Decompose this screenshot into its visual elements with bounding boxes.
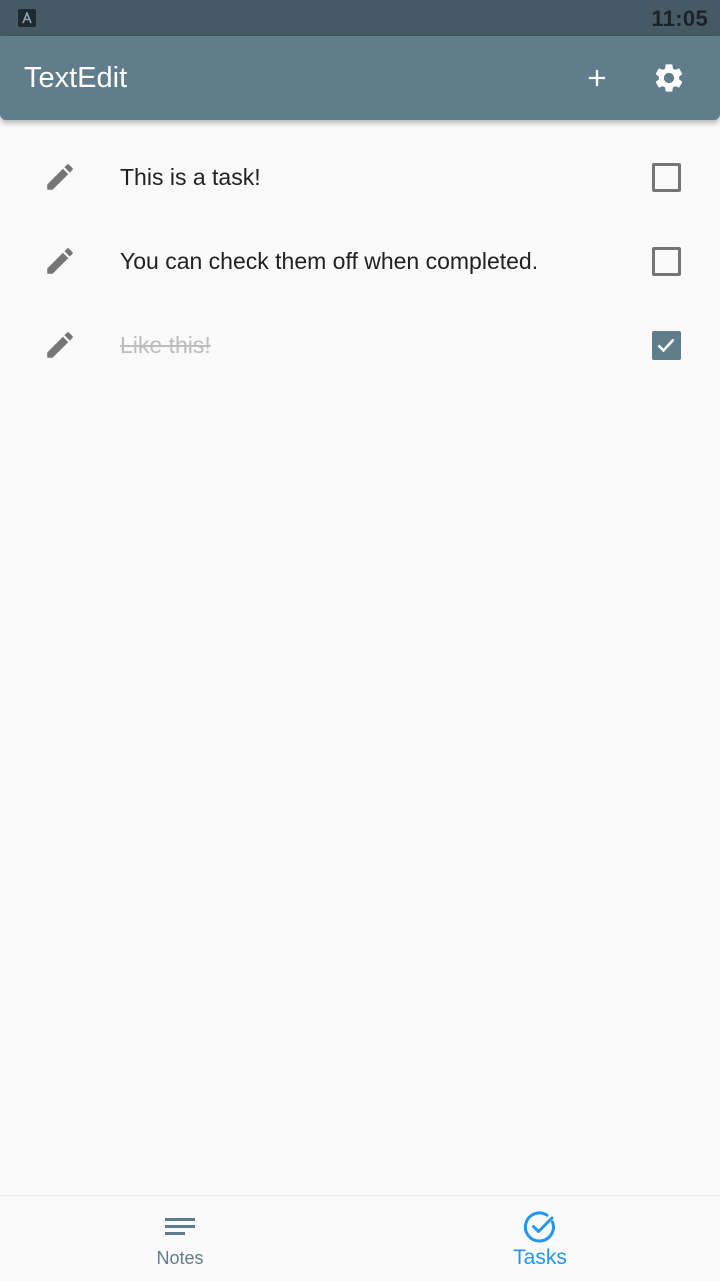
tab-tasks[interactable]: Tasks: [360, 1196, 720, 1281]
pencil-icon: [47, 164, 73, 190]
gear-icon: [655, 64, 683, 92]
bottom-navigation: Notes Tasks: [0, 1195, 720, 1281]
tab-tasks-label: Tasks: [513, 1246, 567, 1269]
task-row: You can check them off when completed.: [0, 219, 720, 303]
checkmark-icon: [657, 338, 675, 353]
a-letter-icon: [18, 9, 36, 27]
status-bar: 11:05: [0, 0, 720, 36]
tab-notes[interactable]: Notes: [0, 1196, 360, 1281]
checkbox-checked: [651, 330, 681, 360]
checkbox-unchecked: [651, 246, 681, 276]
task-text-completed[interactable]: Like this!: [120, 330, 211, 360]
check-circle-icon: [520, 1210, 560, 1244]
app-bar: TextEdit: [0, 36, 720, 120]
pencil-icon: [47, 332, 73, 358]
task-text[interactable]: You can check them off when completed.: [120, 246, 538, 276]
plus-icon: [588, 69, 606, 87]
task-checkbox[interactable]: [642, 321, 690, 369]
edit-task-button[interactable]: [36, 321, 84, 369]
checkbox-unchecked: [651, 162, 681, 192]
add-task-button[interactable]: [573, 54, 621, 102]
task-text[interactable]: This is a task!: [120, 162, 261, 192]
task-row: This is a task!: [0, 135, 720, 219]
notes-lines-icon: [160, 1210, 200, 1244]
task-list: This is a task! You can check them off w…: [0, 120, 720, 387]
pencil-icon: [47, 248, 73, 274]
task-checkbox[interactable]: [642, 153, 690, 201]
edit-task-button[interactable]: [36, 153, 84, 201]
status-time: 11:05: [651, 6, 708, 31]
tab-notes-label: Notes: [156, 1248, 204, 1268]
settings-button[interactable]: [645, 54, 693, 102]
task-checkbox[interactable]: [642, 237, 690, 285]
app-title: TextEdit: [24, 62, 128, 94]
edit-task-button[interactable]: [36, 237, 84, 285]
task-row: Like this!: [0, 303, 720, 387]
